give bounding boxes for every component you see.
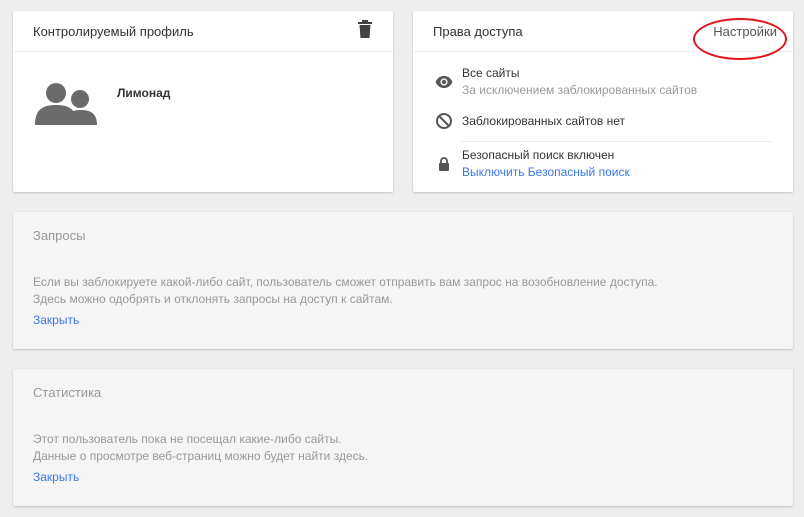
requests-card: Запросы Если вы заблокируете какой-либо … xyxy=(13,212,793,349)
profile-card-header: Контролируемый профиль xyxy=(13,11,393,52)
trash-icon[interactable] xyxy=(357,20,373,38)
stats-text-1: Этот пользователь пока не посещал какие-… xyxy=(33,432,342,446)
lock-icon xyxy=(439,157,449,171)
perm-divider xyxy=(461,141,773,142)
settings-link[interactable]: Настройки xyxy=(713,24,777,39)
requests-text-1: Если вы заблокируете какой-либо сайт, по… xyxy=(33,275,658,289)
requests-title: Запросы xyxy=(33,228,86,243)
requests-close-link[interactable]: Закрыть xyxy=(33,313,79,327)
perm-all-sites: Все сайты За исключением заблокированных… xyxy=(435,66,773,100)
perm-blocked-sites-label: Заблокированных сайтов нет xyxy=(462,114,626,128)
disable-safe-search-link[interactable]: Выключить Безопасный поиск xyxy=(462,165,630,179)
perm-safe-search: Безопасный поиск включен Выключить Безоп… xyxy=(435,148,773,182)
access-card: Права доступа Настройки Все сайты За иск… xyxy=(413,11,793,192)
stats-text-2: Данные о просмотре веб-страниц можно буд… xyxy=(33,449,369,463)
perm-blocked-sites: Заблокированных сайтов нет xyxy=(435,112,773,130)
supervised-users-icon xyxy=(35,83,97,125)
access-card-header: Права доступа Настройки xyxy=(413,11,793,60)
requests-text-2: Здесь можно одобрять и отклонять запросы… xyxy=(33,292,393,306)
profile-card-title: Контролируемый профиль xyxy=(33,24,194,39)
perm-all-sites-sub: За исключением заблокированных сайтов xyxy=(462,83,698,97)
perm-all-sites-label: Все сайты xyxy=(462,66,520,80)
profile-name: Лимонад xyxy=(117,86,171,100)
perm-safe-search-label: Безопасный поиск включен xyxy=(462,148,615,162)
access-card-title: Права доступа xyxy=(433,24,523,39)
stats-card: Статистика Этот пользователь пока не пос… xyxy=(13,369,793,506)
stats-close-link[interactable]: Закрыть xyxy=(33,470,79,484)
eye-icon xyxy=(435,76,453,88)
profile-card: Контролируемый профиль Лимонад xyxy=(13,11,393,192)
stats-title: Статистика xyxy=(33,385,102,400)
block-icon xyxy=(436,113,452,129)
